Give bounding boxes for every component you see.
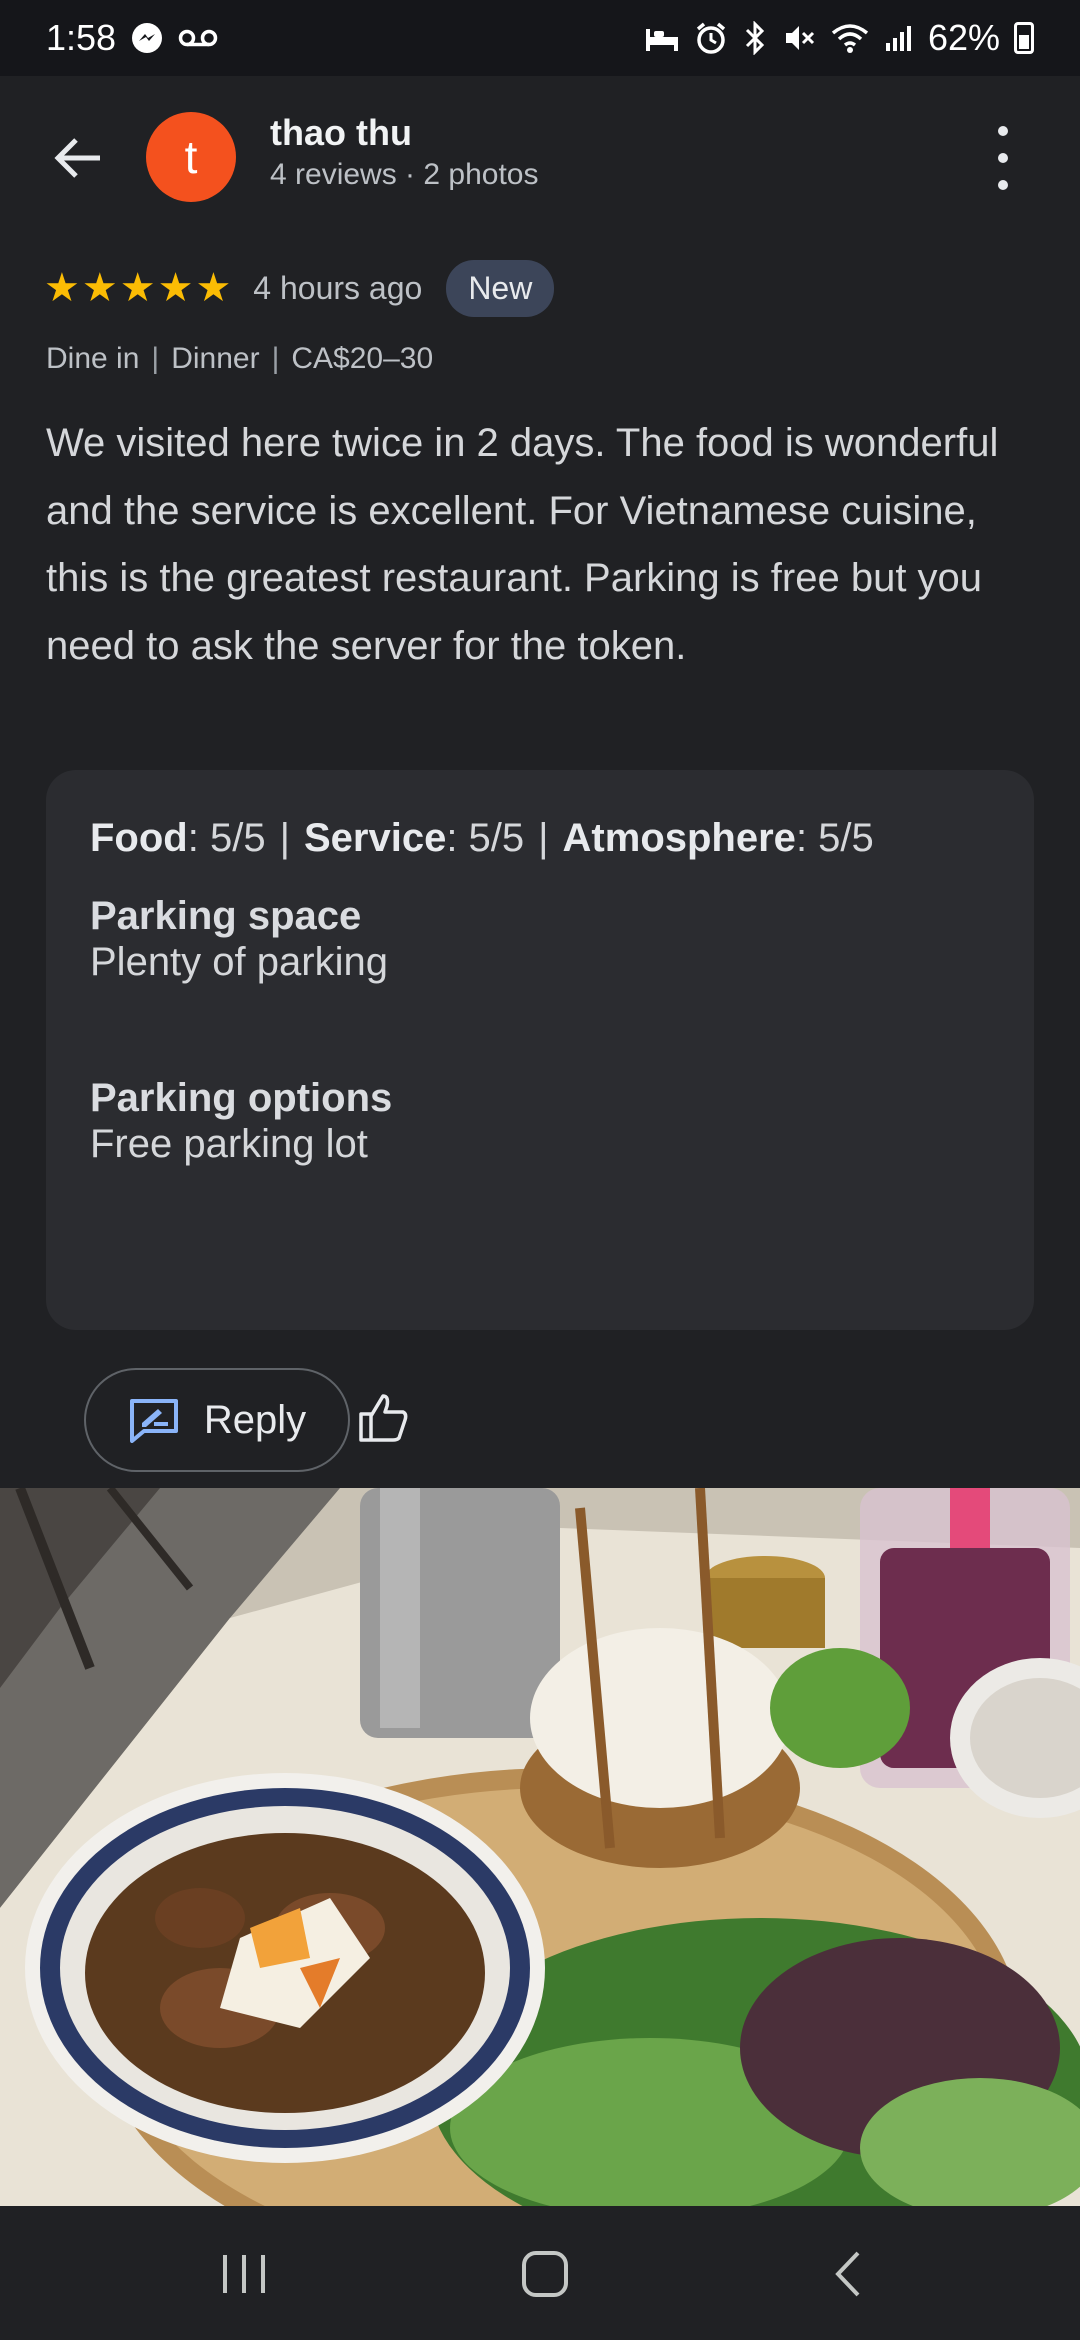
parking-options-value: Free parking lot (90, 1122, 368, 1166)
review-header: t thao thu 4 reviews · 2 photos (0, 76, 1080, 238)
more-vert-icon (998, 126, 1008, 136)
home-icon (522, 2251, 568, 2297)
battery-percent: 62% (927, 17, 1000, 58)
avatar-letter: t (184, 131, 198, 183)
more-options-button[interactable] (978, 126, 1028, 190)
star-icon: ★ (44, 266, 80, 310)
avatar[interactable]: t (146, 112, 236, 202)
score-value-food: : 5/5 (187, 816, 266, 860)
score-summary: Food: 5/5 | Service: 5/5 | Atmosphere: 5/5 (90, 816, 874, 860)
price-range: CA$20–30 (291, 342, 434, 375)
battery-icon (1014, 22, 1034, 54)
status-bar: 1:58 62% (0, 0, 1080, 76)
alarm-icon (694, 21, 728, 55)
star-icon: ★ (195, 266, 232, 310)
reply-button[interactable]: Reply (84, 1368, 350, 1472)
home-button[interactable] (505, 2244, 585, 2304)
reply-icon (129, 1399, 178, 1443)
new-badge: New (446, 259, 555, 317)
voicemail-icon (178, 27, 218, 49)
reply-label: Reply (203, 1397, 307, 1442)
bluetooth-icon (742, 21, 768, 55)
signal-icon (884, 23, 914, 53)
sleep-icon (644, 23, 680, 53)
back-arrow-icon (54, 138, 100, 178)
review-time: 4 hours ago (253, 269, 423, 306)
score-value-service: : 5/5 (446, 816, 525, 860)
score-label-atmosphere: Atmosphere (562, 816, 796, 860)
mute-icon (782, 21, 816, 55)
system-back-button[interactable] (808, 2244, 888, 2304)
chevron-left-icon (835, 2251, 860, 2297)
parking-space-value: Plenty of parking (90, 940, 388, 984)
parking-options-title: Parking options (90, 1076, 393, 1120)
food-photo-image (0, 1488, 1080, 2206)
reviewer-name[interactable]: thao thu (270, 112, 412, 154)
dine-type: Dine in (46, 342, 140, 375)
rating-row: ★ ★ ★ ★ ★ 4 hours ago New (44, 258, 555, 318)
reviewer-meta: 4 reviews · 2 photos (270, 158, 539, 191)
star-rating: ★ ★ ★ ★ ★ (44, 268, 231, 308)
visit-meta: Dine in | Dinner | CA$20–30 (46, 342, 434, 375)
messenger-icon (130, 21, 164, 55)
score-label-food: Food (90, 816, 188, 860)
parking-space-title: Parking space (90, 894, 362, 938)
meal-type: Dinner (171, 342, 260, 375)
score-value-atmosphere: : 5/5 (795, 816, 874, 860)
back-button[interactable] (48, 128, 108, 188)
wifi-icon (830, 21, 870, 55)
recent-apps-button[interactable] (204, 2244, 284, 2304)
recent-apps-icon (223, 2255, 265, 2293)
star-icon: ★ (157, 266, 194, 310)
review-photo[interactable] (0, 1488, 1080, 2206)
system-nav-bar (0, 2206, 1080, 2340)
status-time: 1:58 (46, 17, 117, 58)
like-button[interactable] (352, 1386, 416, 1450)
star-icon: ★ (81, 266, 118, 310)
review-attributes-card: Food: 5/5 | Service: 5/5 | Atmosphere: 5/5 P… (46, 770, 1034, 1330)
score-label-service: Service (303, 816, 447, 860)
star-icon: ★ (119, 266, 156, 310)
review-text: We visited here twice in 2 days. The foo… (46, 421, 999, 668)
thumbs-up-icon (359, 1394, 408, 1442)
